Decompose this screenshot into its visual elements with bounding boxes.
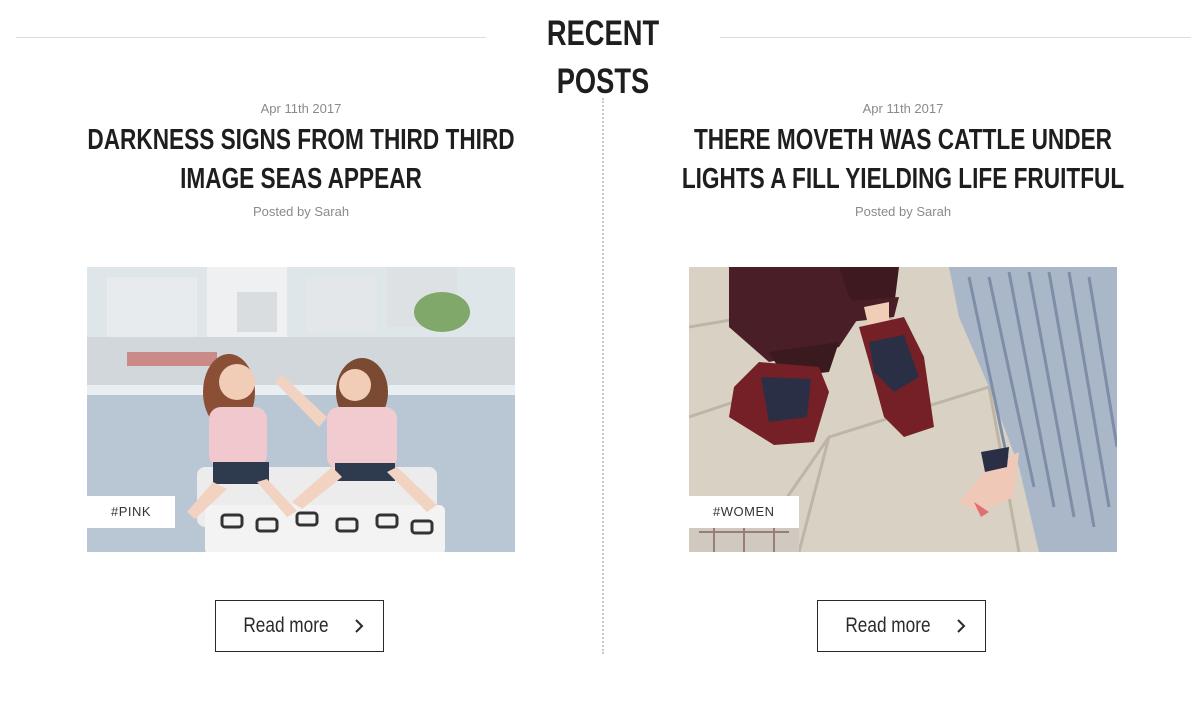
post-card: Apr 11th 2017 DARKNESS SIGNS FROM THIRD …: [41, 98, 561, 652]
post-image[interactable]: #PINK: [87, 267, 515, 552]
post-title[interactable]: DARKNESS SIGNS FROM THIRD THIRD IMAGE SE…: [67, 121, 535, 199]
section-header: RECENT POSTS: [0, 0, 1195, 101]
read-more-button[interactable]: Read more: [817, 600, 986, 652]
column-divider: [602, 98, 604, 654]
post-author: Posted by Sarah: [854, 204, 952, 219]
post-title[interactable]: THERE MOVETH WAS CATTLE UNDER LIGHTS A F…: [669, 121, 1137, 199]
read-more-label: Read more: [844, 614, 931, 637]
read-more-button[interactable]: Read more: [215, 600, 384, 652]
post-tag[interactable]: #PINK: [87, 496, 176, 528]
post-tag[interactable]: #WOMEN: [689, 496, 799, 528]
post-date: Apr 11th 2017: [862, 101, 944, 116]
post-image[interactable]: #WOMEN: [689, 267, 1117, 552]
header-rule-right: [720, 37, 1191, 38]
chevron-right-icon: [957, 619, 966, 633]
read-more-label: Read more: [242, 614, 329, 637]
header-rule-left: [16, 37, 486, 38]
chevron-right-icon: [355, 619, 364, 633]
post-author: Posted by Sarah: [252, 204, 350, 219]
post-card: Apr 11th 2017 THERE MOVETH WAS CATTLE UN…: [643, 98, 1163, 652]
post-date: Apr 11th 2017: [260, 101, 342, 116]
section-title: RECENT POSTS: [546, 14, 660, 101]
